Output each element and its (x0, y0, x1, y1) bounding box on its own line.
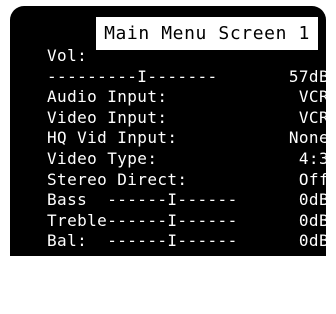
menu-item-label: Video Input: (47, 107, 168, 127)
menu-row-bass[interactable]: Bass ------I------ 0dB (47, 190, 331, 211)
menu-item-label: Vol: (47, 46, 88, 65)
menu-item-label: Audio Input: (47, 87, 168, 107)
menu-row-audio-input[interactable]: Audio Input: VCR (47, 87, 331, 108)
menu-row-volume-slider[interactable]: ---------I------- 57dB (47, 67, 331, 88)
bass-value: 0dB (298, 190, 329, 210)
menu-item-value: VCR (298, 107, 329, 127)
menu-item-value: None (288, 128, 329, 148)
menu-row-volume-label[interactable]: Vol: (47, 46, 331, 67)
bass-slider: Bass ------I------ (47, 190, 238, 210)
volume-value: 57dB (288, 66, 329, 86)
menu-row-video-type[interactable]: Video Type: 4:3 (47, 149, 331, 170)
menu-row-hq-video-input[interactable]: HQ Vid Input: None (47, 128, 331, 149)
menu-item-value: Off (298, 169, 329, 189)
menu-row-video-input[interactable]: Video Input: VCR (47, 108, 331, 129)
osd-screen: Main Menu Screen 1 Vol: ---------I------… (0, 0, 336, 256)
menu-item-label: Stereo Direct: (47, 169, 188, 189)
menu-item-label: Video Type: (47, 148, 158, 168)
menu-row-stereo-direct[interactable]: Stereo Direct: Off (47, 170, 331, 191)
menu-item-value: 4:3 (298, 148, 329, 168)
balance-slider: Bal: ------I------ (47, 231, 238, 251)
menu-item-label: HQ Vid Input: (47, 128, 178, 148)
volume-slider: ---------I------- (47, 66, 218, 86)
treble-slider: Treble------I------ (47, 210, 238, 230)
treble-value: 0dB (298, 210, 329, 230)
menu-item-value: VCR (298, 87, 329, 107)
menu-row-balance[interactable]: Bal: ------I------ 0dB (47, 231, 331, 252)
balance-value: 0dB (298, 231, 329, 251)
menu-row-treble[interactable]: Treble------I------ 0dB (47, 211, 331, 232)
menu-list: Vol: ---------I------- 57dB Audio Input:… (47, 46, 331, 252)
